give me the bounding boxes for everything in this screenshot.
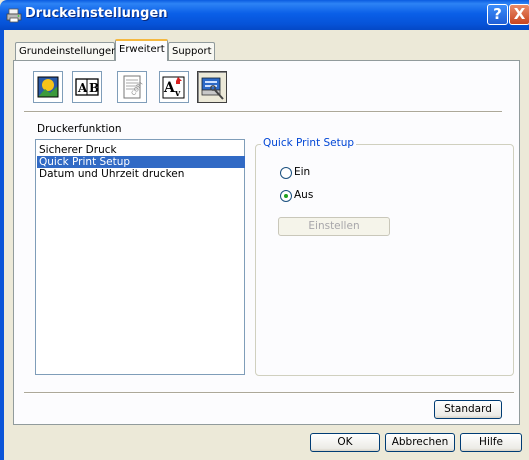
text-size-icon: A v [162, 76, 185, 99]
help-icon: ? [493, 5, 502, 23]
text-layout-icon: A B [75, 78, 99, 96]
ok-button-label: OK [337, 436, 353, 448]
text-size-button[interactable]: A v [159, 71, 189, 103]
help-button[interactable]: Hilfe [460, 433, 522, 452]
radio-selected-dot [284, 194, 288, 198]
text-layout-button[interactable]: A B [72, 71, 102, 103]
radio-on[interactable] [280, 167, 292, 179]
settings-button-label: Einstellen [308, 220, 360, 232]
printer-icon [6, 8, 22, 23]
watermark-button[interactable]: COPY [117, 71, 147, 103]
window-border [0, 30, 4, 460]
ok-button[interactable]: OK [310, 433, 380, 452]
printer-function-list[interactable]: Sicherer Druck Quick Print Setup Datum u… [35, 139, 245, 375]
quick-print-setup-group [255, 144, 514, 376]
standard-button-label: Standard [444, 403, 492, 415]
help-title-button[interactable]: ? [487, 4, 508, 25]
svg-text:B: B [89, 81, 99, 95]
cancel-button[interactable]: Abbrechen [385, 433, 455, 452]
tab-label: Erweitert [119, 44, 165, 55]
tab-erweitert[interactable]: Erweitert [115, 39, 168, 61]
printer-settings-dialog: Druckeinstellungen ? X Grundeinstellunge… [0, 0, 529, 460]
tab-label: Grundeinstellungen [19, 46, 118, 57]
watermark-icon: COPY [123, 75, 145, 99]
toolbar-divider [24, 111, 502, 113]
svg-text:A: A [77, 81, 88, 95]
radio-off-label[interactable]: Aus [294, 189, 313, 201]
color-quality-icon [37, 76, 59, 98]
tab-grundeinstellungen[interactable]: Grundeinstellungen [15, 42, 118, 60]
printer-function-label: Druckerfunktion [37, 123, 122, 135]
group-title: Quick Print Setup [261, 137, 357, 149]
standard-button[interactable]: Standard [434, 400, 502, 419]
close-icon: X [513, 5, 526, 23]
list-item-quick-print-setup[interactable]: Quick Print Setup [37, 156, 245, 168]
close-button[interactable]: X [509, 4, 529, 25]
help-button-label: Hilfe [479, 436, 503, 448]
radio-on-label[interactable]: Ein [294, 166, 310, 178]
bottom-divider [24, 392, 514, 394]
radio-off[interactable] [280, 190, 292, 202]
svg-text:v: v [174, 89, 181, 99]
cancel-button-label: Abbrechen [391, 436, 449, 448]
color-quality-button[interactable] [33, 71, 63, 103]
title-bar[interactable]: Druckeinstellungen ? X [0, 0, 529, 30]
tab-support[interactable]: Support [168, 42, 215, 60]
window-title: Druckeinstellungen [25, 6, 168, 21]
device-settings-icon [201, 77, 224, 100]
tab-label: Support [172, 46, 212, 57]
device-settings-button[interactable] [197, 71, 227, 103]
list-item-date-time-print[interactable]: Datum und Uhrzeit drucken [37, 168, 245, 180]
list-item-secure-print[interactable]: Sicherer Druck [37, 144, 245, 156]
settings-button[interactable]: Einstellen [278, 217, 390, 236]
